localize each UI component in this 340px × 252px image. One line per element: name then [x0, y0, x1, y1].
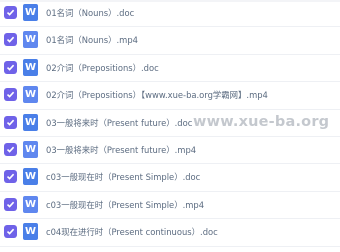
- checkbox[interactable]: [4, 60, 17, 74]
- file-row[interactable]: W 02介词（Prepositions）.doc: [0, 55, 340, 83]
- checkbox[interactable]: [4, 88, 17, 102]
- video-file-icon: W: [23, 86, 38, 104]
- file-row[interactable]: W 03一般将来时（Present future）.mp4: [0, 137, 340, 165]
- file-row[interactable]: W 01名词（Nouns）.mp4: [0, 27, 340, 55]
- file-row[interactable]: W 02介词（Prepositions）【www.xue-ba.org学霸网】.…: [0, 82, 340, 110]
- checkbox[interactable]: [4, 225, 17, 239]
- file-name[interactable]: 02介词（Prepositions）.doc: [46, 55, 159, 81]
- word-doc-icon: W: [23, 168, 38, 186]
- checkbox[interactable]: [4, 115, 17, 129]
- checkbox[interactable]: [4, 6, 17, 19]
- file-name[interactable]: c03一般现在时（Present Simple）.mp4: [46, 192, 204, 218]
- checkbox[interactable]: [4, 33, 17, 47]
- word-doc-icon: W: [23, 4, 38, 21]
- file-row[interactable]: W c04现在进行时（Present continuous）.doc: [0, 219, 340, 247]
- file-row[interactable]: W c03一般现在时（Present Simple）.doc: [0, 164, 340, 192]
- video-file-icon: W: [23, 195, 38, 213]
- file-name[interactable]: 01名词（Nouns）.mp4: [46, 27, 138, 53]
- file-name[interactable]: 01名词（Nouns）.doc: [46, 0, 134, 26]
- video-file-icon: W: [23, 140, 38, 158]
- watermark: www.xue-ba.org: [193, 114, 330, 130]
- checkbox[interactable]: [4, 142, 17, 156]
- file-name[interactable]: 03一般将来时（Present future）.doc: [46, 110, 192, 136]
- file-name[interactable]: 02介词（Prepositions）【www.xue-ba.org学霸网】.mp…: [46, 82, 268, 108]
- file-name[interactable]: c03一般现在时（Present Simple）.doc: [46, 164, 200, 190]
- file-row[interactable]: W 01名词（Nouns）.doc: [0, 0, 340, 28]
- file-name[interactable]: c04现在进行时（Present continuous）.doc: [46, 219, 218, 245]
- checkbox[interactable]: [4, 197, 17, 211]
- checkbox[interactable]: [4, 170, 17, 184]
- word-doc-icon: W: [23, 223, 38, 241]
- word-doc-icon: W: [23, 113, 38, 131]
- word-doc-icon: W: [23, 58, 38, 76]
- video-file-icon: W: [23, 31, 38, 49]
- file-name[interactable]: 03一般将来时（Present future）.mp4: [46, 137, 196, 163]
- file-row[interactable]: W c03一般现在时（Present Simple）.mp4: [0, 192, 340, 220]
